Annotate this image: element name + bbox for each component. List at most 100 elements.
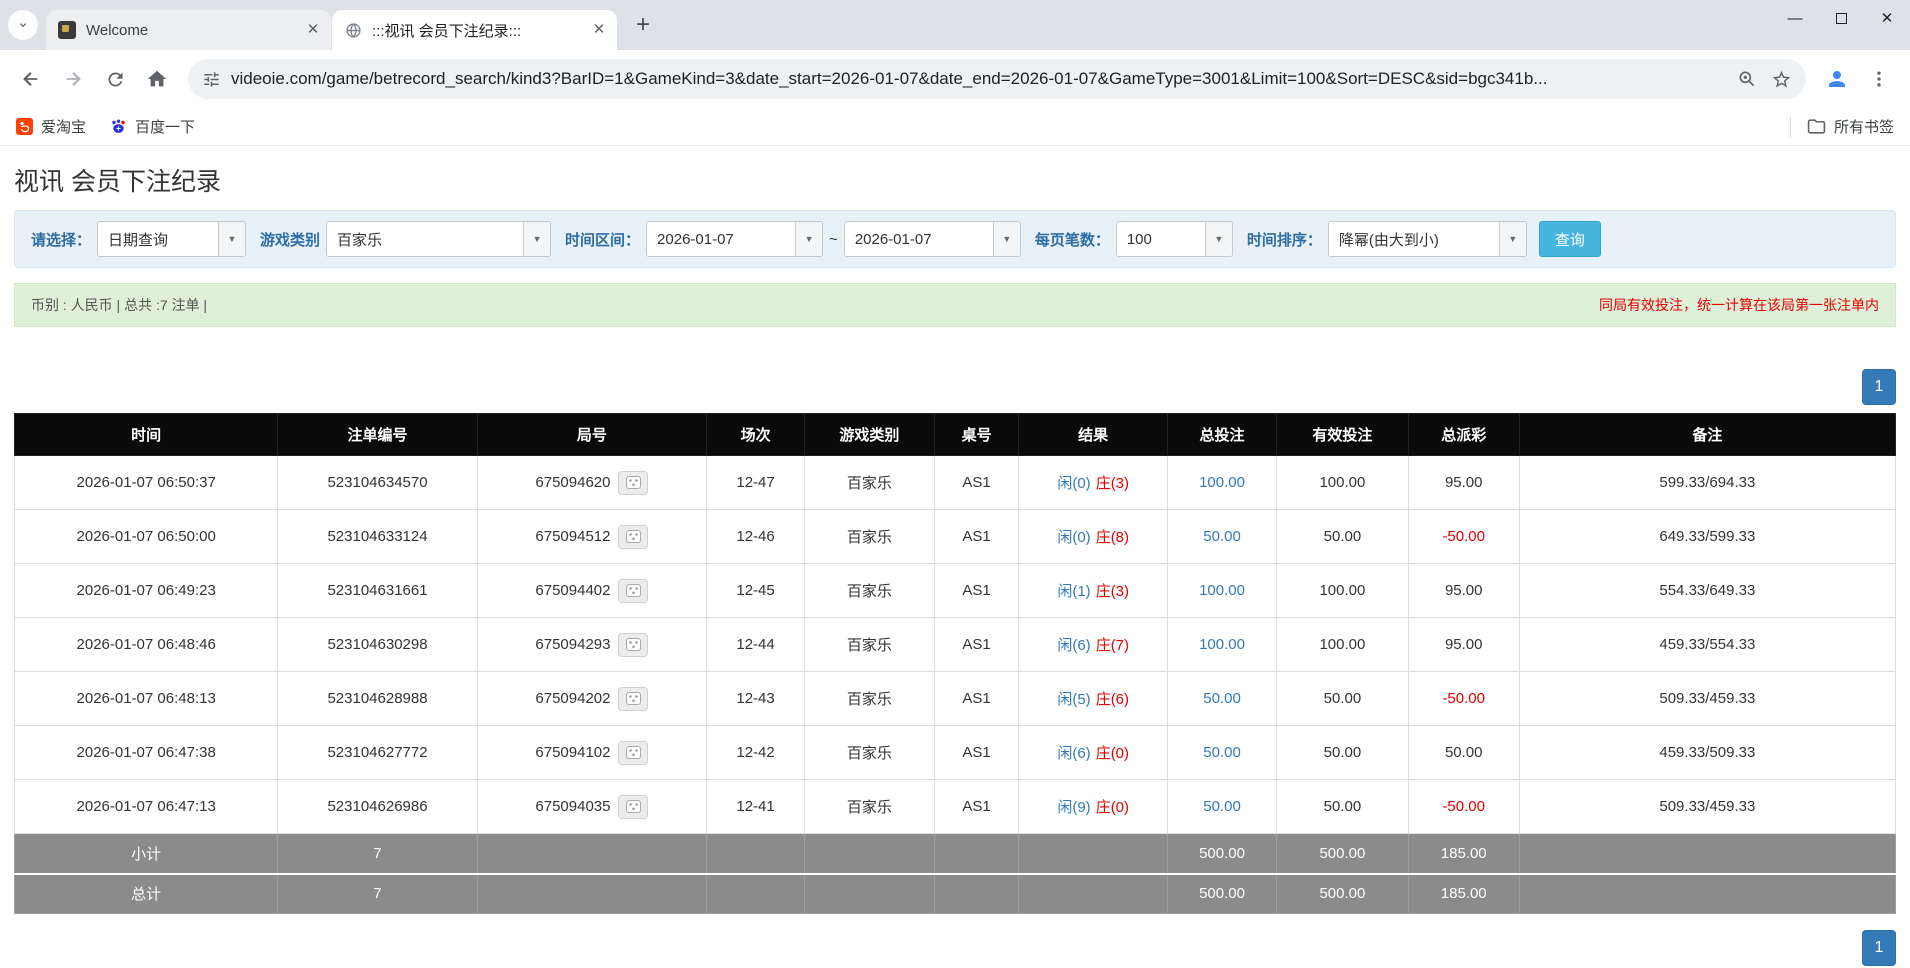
round-detail-button[interactable] [618, 740, 649, 765]
tab-search-button[interactable] [8, 10, 38, 40]
address-bar[interactable]: videoie.com/game/betrecord_search/kind3?… [188, 59, 1806, 99]
round-detail-button[interactable] [618, 686, 649, 711]
summary-cell: 总计 [13, 872, 279, 914]
forward-button[interactable] [54, 60, 92, 98]
column-header: 游戏类别 [803, 413, 935, 456]
result: 闲(6) 庄(7) [1018, 617, 1168, 672]
sort-select[interactable]: 降幂(由大到小) ▼ [1327, 221, 1527, 257]
maximize-button[interactable] [1818, 0, 1864, 36]
session: 12-41 [706, 779, 805, 834]
total-bet-link[interactable]: 50.00 [1203, 528, 1241, 545]
query-type-label: 请选择： [31, 231, 92, 249]
table-row: 2026-01-07 06:49:23 523104631661 675094402… [13, 563, 1897, 618]
date-start-select[interactable]: 2026-01-07 ▼ [646, 221, 824, 257]
chevron-down-icon [20, 23, 26, 27]
search-button[interactable]: 查询 [1538, 221, 1601, 257]
total-bet-link[interactable]: 50.00 [1203, 690, 1241, 707]
zoom-button[interactable] [1730, 62, 1764, 96]
bet-id: 523104630298 [277, 617, 478, 672]
page-size-label: 每页笔数： [1034, 231, 1110, 249]
home-button[interactable] [138, 60, 176, 98]
tab-close-icon[interactable]: ✕ [303, 20, 323, 40]
welcome-tab-favicon [58, 21, 76, 39]
table-row: 2026-01-07 06:50:37 523104634570 675094620… [13, 455, 1897, 510]
total-bet-link[interactable]: 100.00 [1199, 636, 1245, 653]
page-size-select[interactable]: 100 ▼ [1115, 221, 1233, 257]
payout: 95.00 [1407, 617, 1520, 672]
round-id: 675094620 [476, 455, 708, 510]
all-bookmarks-button[interactable]: 所有书签 [1807, 116, 1894, 137]
round-detail-button[interactable] [618, 632, 649, 657]
info-bar: 币别 : 人民币 | 总共 :7 注单 | 同局有效投注，统一计算在该局第一张注… [14, 283, 1896, 327]
query-type-select[interactable]: 日期查询 ▼ [97, 221, 247, 257]
menu-button[interactable] [1860, 60, 1898, 98]
table-row: 2026-01-07 06:48:13 523104628988 675094202… [13, 671, 1897, 726]
chevron-down-icon[interactable]: ▼ [1498, 222, 1526, 256]
browser-tab-welcome[interactable]: Welcome ✕ [46, 10, 331, 50]
close-window-button[interactable]: ✕ [1864, 0, 1910, 36]
round-detail-button[interactable] [618, 578, 649, 603]
game-kind: 百家乐 [803, 779, 935, 834]
result-player: 闲(0) [1057, 475, 1091, 492]
pagination-bottom: 1 [14, 930, 1896, 966]
bet-id: 523104633124 [277, 509, 478, 564]
game-kind-select[interactable]: 百家乐 ▼ [326, 221, 552, 257]
reload-button[interactable] [96, 60, 134, 98]
minimize-button[interactable]: — [1772, 0, 1818, 36]
date-end-select[interactable]: 2026-01-07 ▼ [843, 221, 1021, 257]
valid-bet: 50.00 [1276, 671, 1409, 726]
bookmark-star-button[interactable] [1764, 62, 1798, 96]
page-content: 视讯 会员下注纪录 请选择： 日期查询 ▼ 游戏类别 百家乐 ▼ 时间区间： 2… [0, 162, 1910, 966]
total-bet-link[interactable]: 50.00 [1203, 744, 1241, 761]
chevron-down-icon[interactable]: ▼ [992, 222, 1020, 256]
bookmark-taobao[interactable]: 爱淘宝 [16, 116, 86, 137]
round-detail-icon [625, 746, 641, 759]
summary-cell [706, 872, 805, 914]
game-kind: 百家乐 [803, 671, 935, 726]
page-1-button[interactable]: 1 [1862, 930, 1896, 966]
url-text: videoie.com/game/betrecord_search/kind3?… [231, 69, 1548, 88]
round-id: 675094202 [476, 671, 708, 726]
chevron-down-icon[interactable]: ▼ [795, 222, 823, 256]
browser-tab-betrecord[interactable]: :::视讯 会员下注纪录::: ✕ [332, 10, 617, 50]
bookmarks-bar: 爱淘宝 百度一下 所有书签 [0, 108, 1910, 146]
summary-cell [1018, 833, 1168, 874]
back-button[interactable] [12, 60, 50, 98]
valid-bet: 50.00 [1276, 509, 1409, 564]
profile-button[interactable] [1818, 60, 1856, 98]
bookmark-label: 百度一下 [135, 119, 196, 136]
column-header: 结果 [1018, 413, 1168, 456]
chevron-down-icon[interactable]: ▼ [523, 222, 551, 256]
total-bet-link[interactable]: 100.00 [1199, 474, 1245, 491]
window-controls: — ✕ [1772, 0, 1910, 36]
table-no: AS1 [933, 563, 1020, 618]
summary-cell: 7 [277, 833, 478, 874]
round-detail-button[interactable] [618, 524, 649, 549]
game-kind: 百家乐 [803, 725, 935, 780]
sort-value: 降幂(由大到小) [1338, 231, 1439, 249]
total-bet-link[interactable]: 50.00 [1203, 798, 1241, 815]
taobao-icon [16, 118, 33, 135]
result-player: 闲(5) [1057, 691, 1091, 708]
total-bet-link[interactable]: 100.00 [1199, 582, 1245, 599]
globe-favicon [344, 21, 362, 39]
summary-cell [706, 833, 805, 874]
round-detail-icon [625, 692, 641, 705]
result-player: 闲(0) [1057, 529, 1091, 546]
star-icon [1772, 70, 1790, 87]
chevron-down-icon[interactable]: ▼ [1204, 222, 1232, 256]
session: 12-45 [706, 563, 805, 618]
round-detail-button[interactable] [618, 470, 649, 495]
summary-cell [803, 872, 935, 914]
total-bet: 50.00 [1166, 509, 1278, 564]
tab-title: :::视讯 会员下注纪录::: [372, 22, 522, 40]
tab-close-icon[interactable]: ✕ [589, 20, 609, 40]
new-tab-button[interactable]: + [626, 8, 660, 42]
bookmark-baidu[interactable]: 百度一下 [110, 116, 195, 137]
page-1-button[interactable]: 1 [1862, 369, 1896, 405]
round-detail-button[interactable] [618, 794, 649, 819]
chevron-down-icon[interactable]: ▼ [218, 222, 246, 256]
note: 459.33/509.33 [1518, 725, 1897, 780]
bet-id: 523104634570 [277, 455, 478, 510]
round-id: 675094035 [476, 779, 708, 834]
